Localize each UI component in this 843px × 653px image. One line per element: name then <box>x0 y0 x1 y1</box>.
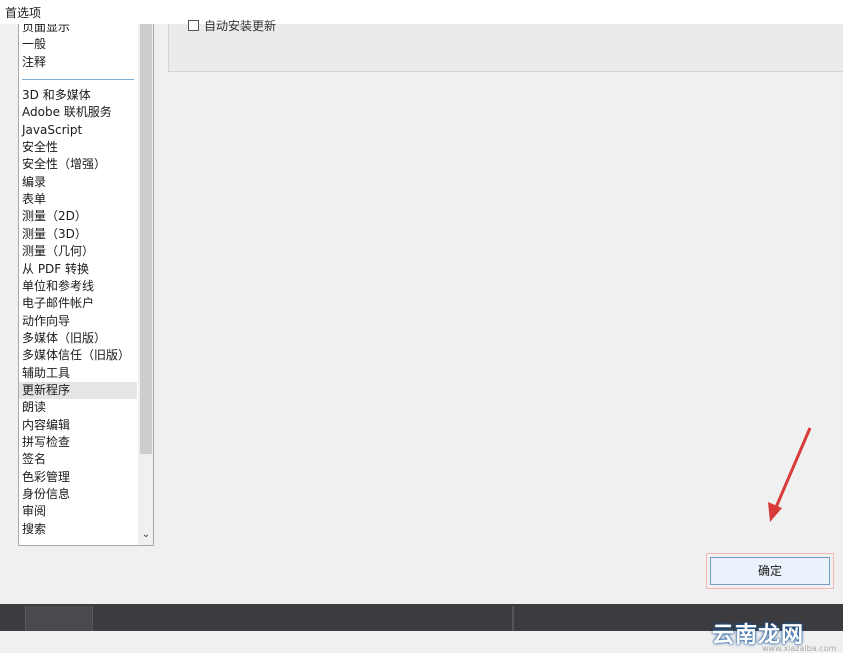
taskbar-divider <box>512 606 514 631</box>
watermark-url: www.xiazaiba.com <box>762 644 837 653</box>
taskbar-thumbnail[interactable] <box>25 606 93 631</box>
auto-install-checkbox[interactable] <box>188 20 199 31</box>
category-item[interactable]: 审阅 <box>19 503 137 520</box>
category-item[interactable]: 签名 <box>19 451 137 468</box>
window-title: 首选项 <box>5 6 42 20</box>
category-item[interactable]: JavaScript <box>19 122 137 139</box>
category-item[interactable]: 表单 <box>19 191 137 208</box>
category-item[interactable]: 辅助工具 <box>19 365 137 382</box>
scrollbar-thumb[interactable] <box>140 24 152 454</box>
category-item[interactable]: Adobe 联机服务 <box>19 104 137 121</box>
category-item[interactable]: 一般 <box>19 36 137 53</box>
category-item[interactable]: 多媒体（旧版） <box>19 330 137 347</box>
category-item[interactable]: 色彩管理 <box>19 469 137 486</box>
category-item[interactable]: 动作向导 <box>19 313 137 330</box>
category-scrollbar[interactable]: ⌄ <box>138 24 153 545</box>
category-item[interactable]: 安全性 <box>19 139 137 156</box>
title-bar: 首选项 <box>0 0 843 24</box>
category-item[interactable]: 更新程序 <box>19 381 137 399</box>
category-list[interactable]: 页面显示 一般 注释 3D 和多媒体 Adobe 联机服务 JavaScript 安全性 安全… <box>18 24 154 546</box>
category-item[interactable]: 内容编辑 <box>19 417 137 434</box>
category-item[interactable]: 朗读 <box>19 399 137 416</box>
category-item[interactable]: 3D 和多媒体 <box>19 87 137 104</box>
category-item[interactable]: 测量（几何） <box>19 243 137 260</box>
category-item[interactable]: 搜索 <box>19 521 137 538</box>
category-item[interactable]: 页面显示 <box>19 24 137 36</box>
updater-settings-panel: 自动安装更新 <box>168 19 843 72</box>
category-item[interactable]: 安全性（增强） <box>19 156 137 173</box>
category-item[interactable]: 拼写检查 <box>19 434 137 451</box>
category-separator <box>22 79 134 80</box>
scroll-down-icon[interactable]: ⌄ <box>140 528 152 542</box>
ok-button[interactable]: 确定 <box>706 553 834 589</box>
category-item[interactable]: 测量（2D） <box>19 208 137 225</box>
category-item[interactable]: 从 PDF 转换 <box>19 261 137 278</box>
category-item[interactable]: 测量（3D） <box>19 226 137 243</box>
settings-area <box>168 72 843 604</box>
category-item[interactable]: 电子邮件帐户 <box>19 295 137 312</box>
category-item[interactable]: 注释 <box>19 54 137 71</box>
auto-install-label: 自动安装更新 <box>204 19 277 33</box>
category-item[interactable]: 多媒体信任（旧版） <box>19 347 137 364</box>
category-item[interactable]: 身份信息 <box>19 486 137 503</box>
category-item[interactable]: 编录 <box>19 174 137 191</box>
category-item[interactable]: 单位和参考线 <box>19 278 137 295</box>
watermark: 云南龙网 www.xiazaiba.com <box>700 583 843 653</box>
